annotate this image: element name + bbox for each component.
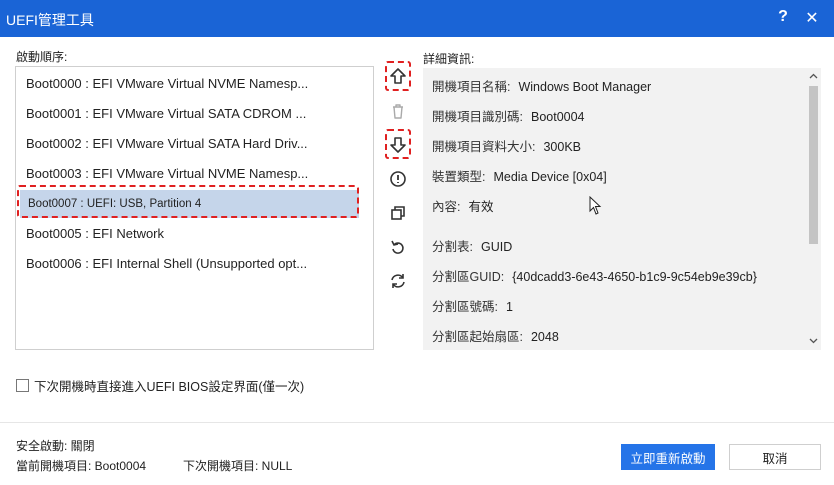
detail-key: 開機項目識別碼: (432, 110, 523, 124)
boot-item-0001[interactable]: Boot0001 : EFI VMware Virtual SATA CDROM… (26, 104, 306, 124)
detail-value: 有效 (468, 200, 494, 214)
detail-row: 裝置類型: Media Device [0x04] (432, 166, 607, 185)
next-boot-status: 下次開機項目: NULL (183, 459, 293, 473)
duplicate-button[interactable] (386, 201, 410, 225)
move-up-button[interactable] (386, 64, 410, 88)
detail-row: 分割區號碼: 1 (432, 296, 513, 315)
scrollbar-thumb[interactable] (809, 86, 818, 244)
boot-item-0002[interactable]: Boot0002 : EFI VMware Virtual SATA Hard … (26, 134, 308, 154)
detail-key: 裝置類型: (432, 170, 486, 184)
detail-key: 內容: (432, 200, 461, 214)
detail-value: Boot0004 (530, 110, 585, 124)
detail-row: 開機項目資料大小: 300KB (432, 136, 581, 155)
delete-icon (393, 104, 403, 119)
close-button[interactable]: ✕ (802, 8, 822, 28)
boot-item-0006[interactable]: Boot0006 : EFI Internal Shell (Unsupport… (26, 254, 307, 274)
detail-key: 分割表: (432, 240, 473, 254)
detail-value: {40dcadd3-6e43-4650-b1c9-9c54eb9e39cb} (512, 270, 757, 284)
info-button[interactable] (386, 167, 410, 191)
detail-row: 內容: 有效 (432, 196, 494, 215)
boot-item-0007-selected[interactable]: Boot0007 : UEFI: USB, Partition 4 (20, 190, 359, 218)
detail-value: 1 (505, 300, 513, 314)
boot-item-0000[interactable]: Boot0000 : EFI VMware Virtual NVME Names… (26, 74, 308, 94)
detail-key: 分割區GUID: (432, 270, 505, 284)
detail-value: 2048 (530, 330, 559, 344)
checkbox-label: 下次開機時直接進入UEFI BIOS設定界面(僅一次) (34, 380, 305, 394)
undo-icon (391, 240, 404, 254)
detail-value: Media Device [0x04] (493, 170, 607, 184)
help-button[interactable]: ? (776, 8, 790, 28)
detail-key: 分割區起始扇區: (432, 330, 523, 344)
secure-boot-status: 安全啟動: 關閉 (16, 439, 95, 453)
detail-key: 分割區號碼: (432, 300, 498, 314)
refresh-button[interactable] (386, 269, 410, 293)
refresh-icon (391, 274, 405, 288)
scroll-up-icon[interactable] (809, 72, 818, 81)
boot-order-label: 啟動順序: (16, 50, 68, 64)
detail-row: 分割表: GUID (432, 236, 512, 255)
window-title: UEFI管理工具 (6, 12, 94, 28)
detail-value: GUID (480, 240, 513, 254)
detail-key: 開機項目資料大小: (432, 140, 536, 154)
checkbox-box[interactable] (16, 379, 29, 392)
restart-now-button[interactable]: 立即重新啟動 (621, 444, 715, 470)
footer-divider (0, 422, 834, 423)
undo-button[interactable] (386, 235, 410, 259)
details-panel: 開機項目名稱: Windows Boot Manager 開機項目識別碼: Boot… (423, 68, 821, 350)
details-label: 詳細資訊: (423, 52, 475, 66)
detail-row: 開機項目識別碼: Boot0004 (432, 106, 585, 125)
boot-item-0005[interactable]: Boot0005 : EFI Network (26, 224, 164, 244)
boot-item-0003[interactable]: Boot0003 : EFI VMware Virtual NVME Names… (26, 164, 308, 184)
scroll-down-icon[interactable] (809, 336, 818, 345)
info-icon (390, 171, 406, 187)
detail-row: 分割區GUID: {40dcadd3-6e43-4650-b1c9-9c54eb9… (432, 266, 757, 285)
boot-order-list[interactable]: Boot0000 : EFI VMware Virtual NVME Names… (15, 66, 374, 350)
detail-value: 300KB (543, 140, 582, 154)
delete-button[interactable] (386, 99, 410, 123)
detail-key: 開機項目名稱: (432, 80, 511, 94)
move-up-icon (390, 68, 406, 84)
mouse-cursor-icon (589, 196, 602, 215)
detail-value: Windows Boot Manager (518, 80, 652, 94)
title-bar: UEFI管理工具 ? ✕ (0, 0, 834, 37)
detail-row: 分割區起始扇區: 2048 (432, 326, 559, 345)
next-boot-bios-checkbox[interactable]: 下次開機時直接進入UEFI BIOS設定界面(僅一次) (16, 376, 304, 395)
move-down-button[interactable] (386, 133, 410, 157)
details-scrollbar[interactable] (806, 68, 821, 350)
current-boot-status: 當前開機項目: Boot0004 (16, 459, 147, 473)
detail-row: 開機項目名稱: Windows Boot Manager (432, 76, 651, 95)
cancel-button[interactable]: 取消 (729, 444, 821, 470)
move-down-icon (390, 137, 406, 153)
duplicate-icon (391, 206, 405, 220)
